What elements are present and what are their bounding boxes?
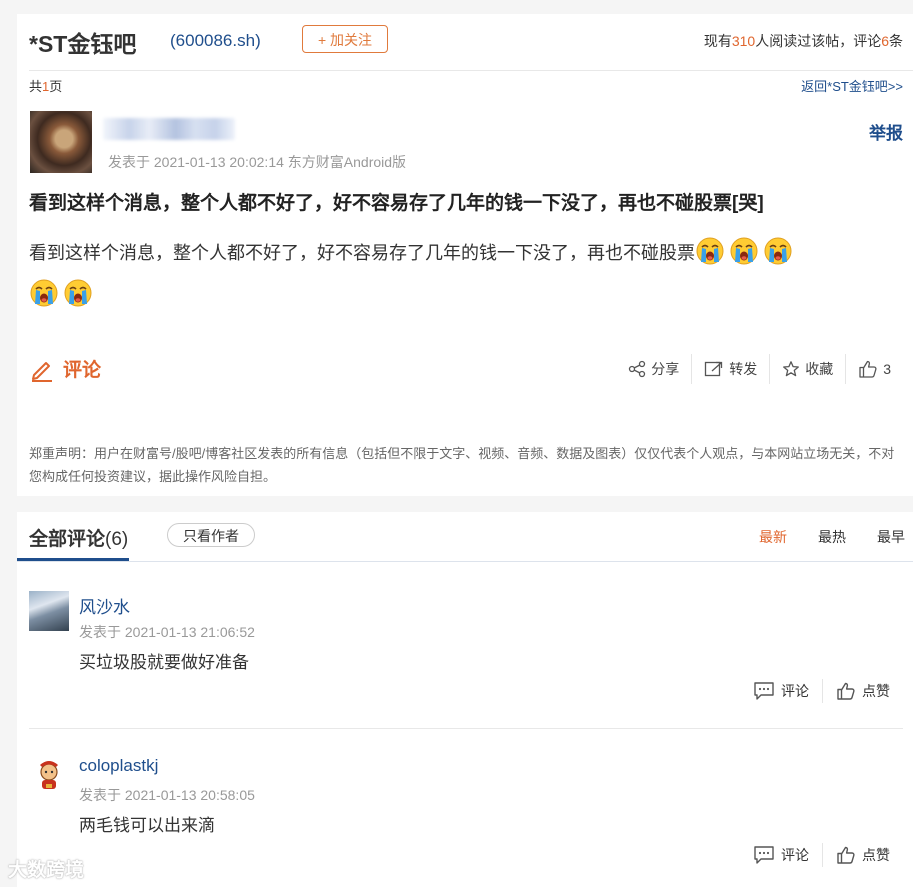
divider xyxy=(29,70,913,71)
avatar-illustration xyxy=(40,761,58,789)
comment-label: 评论 xyxy=(63,360,102,381)
comment-avatar[interactable] xyxy=(29,591,69,631)
sort-newest[interactable]: 最新 xyxy=(759,527,787,547)
share-button[interactable]: 分享 xyxy=(616,354,691,384)
post-body: 看到这样个消息，整个人都不好了，好不容易存了几年的钱一下没了，再也不碰股票 xyxy=(29,232,889,316)
post-body-text: 看到这样个消息，整个人都不好了，好不容易存了几年的钱一下没了，再也不碰股票 xyxy=(29,243,695,263)
share-icon xyxy=(629,360,646,378)
sort-earliest[interactable]: 最早 xyxy=(877,527,905,547)
disclaimer: 郑重声明：用户在财富号/股吧/博客社区发表的所有信息（包括但不限于文字、视频、音… xyxy=(29,446,895,484)
comment-username[interactable]: 风沙水 xyxy=(79,593,130,618)
emoji-group xyxy=(29,279,97,307)
comment-like-button[interactable]: 点赞 xyxy=(822,843,903,867)
stats-mid: 人阅读过该帖，评论 xyxy=(755,33,882,49)
post-card: *ST金钰吧 (600086.sh) + 加关注 现有310人阅读过该帖，评论6… xyxy=(17,14,913,496)
author-name-blurred[interactable] xyxy=(103,118,235,140)
pages-suffix: 页 xyxy=(49,79,63,94)
comment-reply-button[interactable]: 评论 xyxy=(740,843,822,867)
thumbs-up-icon xyxy=(837,682,855,700)
comment-like-button[interactable]: 点赞 xyxy=(822,679,903,703)
repost-icon xyxy=(705,361,723,377)
tab-all-count: (6) xyxy=(105,529,129,550)
like-button[interactable]: 3 xyxy=(845,354,903,384)
reply-label: 评论 xyxy=(781,847,809,863)
crying-face-icon xyxy=(30,279,58,307)
chat-bubble-icon xyxy=(754,682,774,700)
like-label: 点赞 xyxy=(862,847,890,863)
comment-actions: 评论 点赞 xyxy=(740,679,903,703)
comments-card: 全部评论(6) 只看作者 最新 最热 最早 风沙水 发表于 2021-01-13… xyxy=(17,512,913,887)
comment-text: 买垃圾股就要做好准备 xyxy=(79,653,249,672)
divider xyxy=(29,728,903,729)
thumbs-up-icon xyxy=(837,846,855,864)
comment-username[interactable]: coloplastkj xyxy=(79,756,158,776)
back-to-bar-link[interactable]: 返回*ST金钰吧>> xyxy=(801,76,903,95)
pencil-icon xyxy=(32,361,52,382)
follow-button[interactable]: + 加关注 xyxy=(302,25,388,53)
crying-face-icon xyxy=(696,237,724,265)
collect-label: 收藏 xyxy=(805,361,834,377)
chat-bubble-icon xyxy=(754,846,774,864)
comment-text: 两毛钱可以出来滴 xyxy=(79,816,215,835)
stats-suffix: 条 xyxy=(889,33,903,49)
post-actions: 分享 转发 收藏 3 xyxy=(616,354,903,384)
sort-hottest[interactable]: 最热 xyxy=(818,527,846,547)
report-button[interactable]: 举报 xyxy=(869,119,903,144)
stats-prefix: 现有 xyxy=(703,33,732,49)
page-count: 共1页 xyxy=(29,76,62,95)
comment-date: 发表于 2021-01-13 20:58:05 xyxy=(79,787,255,803)
like-label: 点赞 xyxy=(862,683,890,699)
divider xyxy=(17,561,913,562)
comment-button[interactable]: 评论 xyxy=(29,355,101,382)
tab-all-comments[interactable]: 全部评论(6) xyxy=(29,524,128,551)
post-meta: 发表于 2021-01-13 20:02:14 东方财富Android版 xyxy=(108,154,407,170)
share-label: 分享 xyxy=(651,361,680,377)
post-title: 看到这样个消息，整个人都不好了，好不容易存了几年的钱一下没了，再也不碰股票[哭] xyxy=(29,193,764,214)
crying-face-icon xyxy=(764,237,792,265)
only-author-button[interactable]: 只看作者 xyxy=(167,523,255,547)
emoji-group xyxy=(695,237,797,265)
comment-date: 发表于 2021-01-13 21:06:52 xyxy=(79,624,255,640)
read-count: 310 xyxy=(731,33,756,49)
like-count: 3 xyxy=(883,361,891,377)
crying-face-icon xyxy=(730,237,758,265)
bar-name[interactable]: *ST金钰吧 xyxy=(29,25,136,59)
pages-prefix: 共 xyxy=(29,79,43,94)
comment-avatar[interactable] xyxy=(29,755,69,795)
author-avatar[interactable] xyxy=(30,111,92,173)
comment-actions: 评论 点赞 xyxy=(740,843,903,867)
comment-count: 6 xyxy=(881,33,889,49)
sort-options: 最新 最热 最早 xyxy=(759,527,905,547)
star-icon xyxy=(783,361,800,377)
tab-all-label: 全部评论 xyxy=(29,529,106,550)
repost-label: 转发 xyxy=(729,361,758,377)
repost-button[interactable]: 转发 xyxy=(691,354,769,384)
crying-face-icon xyxy=(64,279,92,307)
thumbs-up-icon xyxy=(859,360,877,378)
read-stats: 现有310人阅读过该帖，评论6条 xyxy=(704,31,903,51)
stock-code[interactable]: (600086.sh) xyxy=(170,31,261,51)
comment-reply-button[interactable]: 评论 xyxy=(740,679,822,703)
collect-button[interactable]: 收藏 xyxy=(769,354,845,384)
reply-label: 评论 xyxy=(781,683,809,699)
watermark: 大数跨境 xyxy=(8,860,85,881)
